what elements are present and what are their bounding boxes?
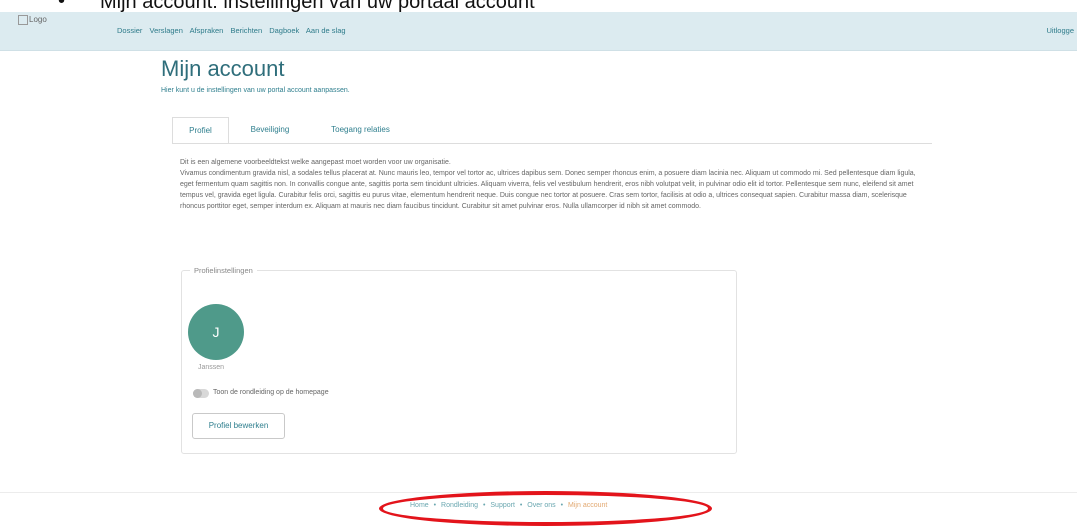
- logo-alt-text: Logo: [29, 15, 47, 25]
- logo[interactable]: Logo: [18, 15, 47, 25]
- intro-line: Dit is een algemene voorbeeldtekst welke…: [180, 159, 451, 166]
- intro-paragraph: Vivamus condimentum gravida nisl, a soda…: [180, 170, 916, 210]
- profile-settings-panel: Profielinstellingen J Janssen Toon de ro…: [181, 266, 737, 454]
- footer-divider: [0, 492, 1077, 493]
- footer-link-over-ons[interactable]: Over ons: [527, 502, 555, 509]
- nav-item-dagboek[interactable]: Dagboek: [269, 26, 299, 35]
- profile-name: Janssen: [198, 364, 225, 371]
- nav-item-verslagen[interactable]: Verslagen: [150, 26, 183, 35]
- homepage-tour-toggle[interactable]: [193, 389, 209, 398]
- page-title: Mijn account: [161, 56, 285, 81]
- edit-profile-button[interactable]: Profiel bewerken: [192, 413, 285, 439]
- avatar: J: [188, 304, 244, 360]
- page-subtitle: Hier kunt u de instellingen van uw porta…: [161, 87, 350, 94]
- nav-item-berichten[interactable]: Berichten: [230, 26, 262, 35]
- footer-separator: •: [433, 502, 437, 509]
- homepage-tour-toggle-label: Toon de rondleiding op de homepage: [213, 389, 329, 396]
- caption-bullet: •: [58, 0, 66, 12]
- footer-link-support[interactable]: Support: [490, 502, 515, 509]
- footer-separator: •: [560, 502, 564, 509]
- footer-link-rondleiding[interactable]: Rondleiding: [441, 502, 478, 509]
- intro-text: Dit is een algemene voorbeeldtekst welke…: [180, 157, 920, 212]
- footer-separator: •: [519, 502, 523, 509]
- top-navigation-bar: Logo Dossier Verslagen Afspraken Bericht…: [0, 12, 1077, 51]
- logout-link[interactable]: Uitlogge: [1046, 26, 1074, 35]
- nav-item-aan-de-slag[interactable]: Aan de slag: [306, 26, 346, 35]
- main-navigation: Dossier Verslagen Afspraken Berichten Da…: [117, 26, 351, 35]
- footer-link-home[interactable]: Home: [410, 502, 429, 509]
- nav-item-dossier[interactable]: Dossier: [117, 26, 142, 35]
- nav-item-afspraken[interactable]: Afspraken: [190, 26, 224, 35]
- document-caption: • Mijn account: instellingen van uw port…: [0, 0, 1077, 12]
- profile-settings-legend: Profielinstellingen: [190, 266, 257, 275]
- toggle-knob: [193, 389, 202, 398]
- footer-link-mijn-account[interactable]: Mijn account: [568, 502, 607, 509]
- broken-image-icon: [18, 15, 28, 25]
- tab-toegang-relaties[interactable]: Toegang relaties: [313, 117, 408, 142]
- caption-text: Mijn account: instellingen van uw portaa…: [100, 0, 535, 12]
- tab-beveiliging[interactable]: Beveiliging: [230, 117, 310, 142]
- footer-navigation: Home • Rondleiding • Support • Over ons …: [410, 502, 700, 509]
- tab-profiel[interactable]: Profiel: [172, 117, 229, 144]
- footer-separator: •: [482, 502, 486, 509]
- tab-divider: [172, 143, 932, 144]
